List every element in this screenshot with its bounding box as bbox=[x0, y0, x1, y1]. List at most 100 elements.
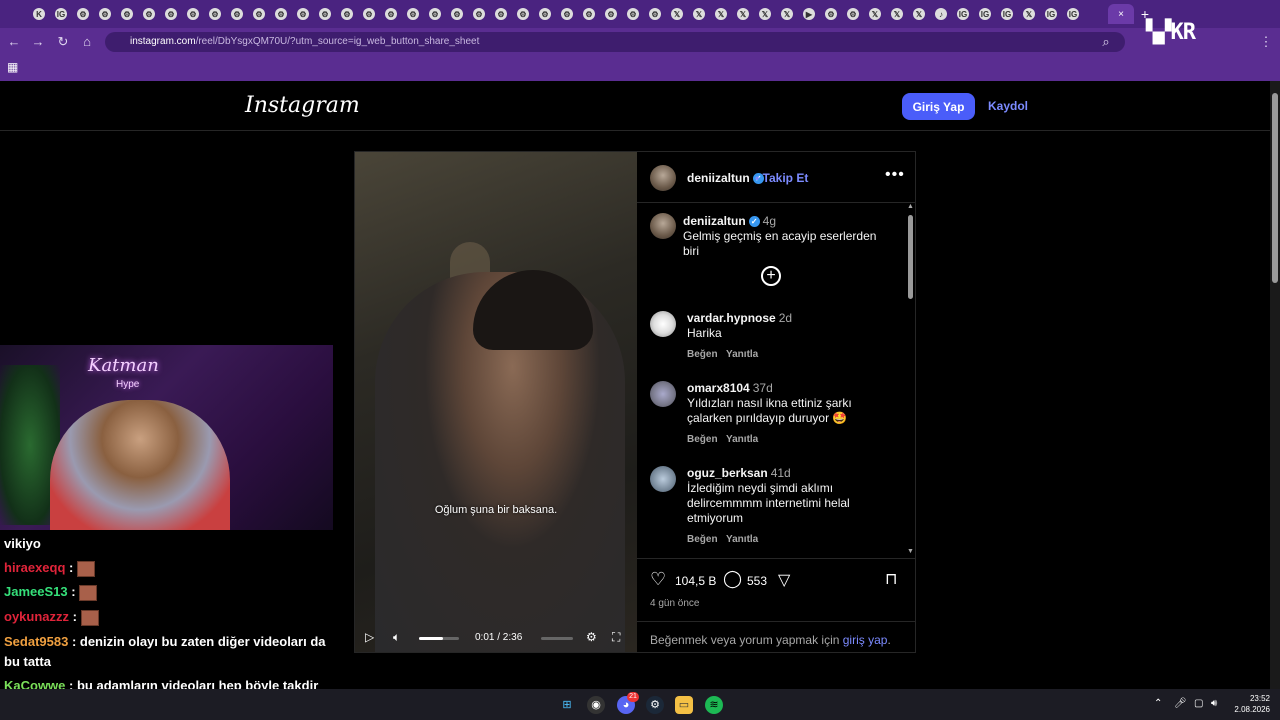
spotify-icon[interactable]: ≋ bbox=[705, 696, 723, 714]
browser-tab[interactable]: K bbox=[28, 4, 50, 24]
browser-tab[interactable]: ⚙ bbox=[204, 4, 226, 24]
play-icon[interactable]: ▷ bbox=[365, 630, 374, 644]
browser-tab[interactable]: ⚙ bbox=[490, 4, 512, 24]
like-comment-button[interactable]: Beğen bbox=[687, 434, 718, 445]
windows-start-icon[interactable]: ⊞ bbox=[558, 696, 576, 714]
file-explorer-icon[interactable]: ▭ bbox=[675, 696, 693, 714]
comment-icon[interactable]: ◯ bbox=[723, 569, 742, 589]
instagram-logo[interactable]: Instagram bbox=[245, 93, 360, 118]
page-scrollbar[interactable] bbox=[1270, 81, 1280, 689]
browser-tab[interactable]: ⚙ bbox=[226, 4, 248, 24]
url-text[interactable]: instagram.com/reel/DbYsgxQM70U/?utm_sour… bbox=[130, 36, 479, 47]
comments-scrollbar[interactable]: ▲ ▼ bbox=[907, 203, 915, 555]
browser-tab[interactable]: ⚙ bbox=[160, 4, 182, 24]
like-comment-button[interactable]: Beğen bbox=[687, 349, 718, 360]
browser-tab[interactable]: ⚙ bbox=[468, 4, 490, 24]
browser-tab[interactable]: 𝕏 bbox=[1018, 4, 1040, 24]
caption-avatar[interactable] bbox=[650, 213, 676, 239]
chrome-icon[interactable]: ◉ bbox=[587, 696, 605, 714]
menu-dots-icon[interactable]: ⋮ bbox=[1258, 34, 1274, 50]
browser-tab[interactable]: ⚙ bbox=[402, 4, 424, 24]
browser-tab[interactable]: ⚙ bbox=[600, 4, 622, 24]
browser-tab[interactable]: ⚙ bbox=[292, 4, 314, 24]
settings-icon[interactable]: ⚙ bbox=[586, 630, 597, 644]
comment-avatar[interactable] bbox=[650, 381, 676, 407]
comment-avatar[interactable] bbox=[650, 311, 676, 337]
browser-tab[interactable]: IG bbox=[974, 4, 996, 24]
follow-link[interactable]: • Takip Et bbox=[755, 171, 808, 185]
share-icon[interactable]: ▽ bbox=[778, 570, 790, 590]
video-progress-bar[interactable] bbox=[541, 637, 573, 640]
browser-tab[interactable]: ⚙ bbox=[358, 4, 380, 24]
browser-tab[interactable]: IG bbox=[996, 4, 1018, 24]
browser-tab[interactable]: ⚙ bbox=[842, 4, 864, 24]
browser-tab[interactable]: ⚙ bbox=[578, 4, 600, 24]
reload-icon[interactable]: ↻ bbox=[55, 34, 71, 50]
load-more-icon[interactable]: + bbox=[761, 266, 781, 286]
comment-username[interactable]: oguz_berksan 41d bbox=[687, 466, 791, 480]
bookmark-icon[interactable]: ⊓ bbox=[885, 569, 897, 589]
reply-comment-button[interactable]: Yanıtla bbox=[726, 349, 758, 360]
zoom-icon[interactable]: ⌕ bbox=[1098, 34, 1114, 50]
browser-tab[interactable]: ⚙ bbox=[380, 4, 402, 24]
more-options-icon[interactable]: ••• bbox=[885, 166, 905, 184]
steam-icon[interactable]: ⚙ bbox=[646, 696, 664, 714]
apps-grid-icon[interactable]: ▦ bbox=[7, 61, 19, 73]
signup-link[interactable]: Kaydol bbox=[988, 99, 1028, 113]
browser-tab[interactable]: ⚙ bbox=[512, 4, 534, 24]
scroll-up-icon[interactable]: ▲ bbox=[907, 203, 914, 210]
browser-tab[interactable]: ⚙ bbox=[94, 4, 116, 24]
browser-tab[interactable]: IG bbox=[50, 4, 72, 24]
heart-icon[interactable]: ♡ bbox=[650, 569, 666, 590]
browser-tab[interactable]: ⚙ bbox=[534, 4, 556, 24]
browser-tab[interactable]: 𝕏 bbox=[754, 4, 776, 24]
browser-tab[interactable]: ⚙ bbox=[270, 4, 292, 24]
browser-tab[interactable]: 𝕏 bbox=[666, 4, 688, 24]
browser-tab[interactable]: 𝕏 bbox=[864, 4, 886, 24]
browser-tab[interactable]: ⚙ bbox=[556, 4, 578, 24]
browser-tab[interactable]: 𝕏 bbox=[688, 4, 710, 24]
tray-chevron-icon[interactable]: ⌃ bbox=[1154, 698, 1162, 709]
like-comment-button[interactable]: Beğen bbox=[687, 534, 718, 545]
browser-tab[interactable]: 𝕏 bbox=[886, 4, 908, 24]
browser-tab[interactable]: ⚙ bbox=[314, 4, 336, 24]
comment-username[interactable]: vardar.hypnose 2d bbox=[687, 311, 792, 325]
reply-comment-button[interactable]: Yanıtla bbox=[726, 434, 758, 445]
network-icon[interactable]: ▢ bbox=[1194, 698, 1203, 709]
system-clock[interactable]: 23:52 2.08.2026 bbox=[1232, 693, 1270, 715]
volume-icon[interactable]: 🔈︎ bbox=[393, 630, 400, 645]
reel-video[interactable]: Oğlum şuna bir baksana. ▷ 🔈︎ 0:01 / 2:36… bbox=[355, 152, 637, 652]
browser-tab[interactable]: ⚙ bbox=[820, 4, 842, 24]
browser-tab[interactable]: ⚙ bbox=[72, 4, 94, 24]
comment-username[interactable]: omarx8104 37d bbox=[687, 381, 773, 395]
browser-tab[interactable]: IG bbox=[1040, 4, 1062, 24]
author-username[interactable]: deniizaltun ✓ bbox=[687, 171, 764, 185]
back-icon[interactable]: ← bbox=[6, 34, 22, 50]
reply-comment-button[interactable]: Yanıtla bbox=[726, 534, 758, 545]
caption-username[interactable]: deniizaltun ✓ 4g bbox=[683, 214, 776, 228]
browser-tab[interactable]: ⚙ bbox=[446, 4, 468, 24]
browser-tab[interactable]: 𝕏 bbox=[732, 4, 754, 24]
browser-tab[interactable]: ⚙ bbox=[248, 4, 270, 24]
browser-tab[interactable]: ⚙ bbox=[424, 4, 446, 24]
browser-tab[interactable]: ⚙ bbox=[138, 4, 160, 24]
forward-icon[interactable]: → bbox=[30, 34, 46, 50]
mic-icon[interactable]: 🎤︎ bbox=[1174, 698, 1187, 709]
browser-tab[interactable]: ⚙ bbox=[116, 4, 138, 24]
browser-tab[interactable]: 𝕏 bbox=[908, 4, 930, 24]
comment-avatar[interactable] bbox=[650, 466, 676, 492]
scroll-down-icon[interactable]: ▼ bbox=[907, 548, 914, 555]
author-avatar[interactable] bbox=[650, 165, 676, 191]
browser-tab[interactable]: ⚙ bbox=[644, 4, 666, 24]
speaker-icon[interactable]: 🔊︎ bbox=[1211, 698, 1217, 709]
browser-tab[interactable]: ♪ bbox=[930, 4, 952, 24]
browser-tab[interactable]: ⚙ bbox=[622, 4, 644, 24]
fullscreen-icon[interactable]: ⛶ bbox=[612, 630, 620, 645]
browser-tab[interactable]: 𝕏 bbox=[710, 4, 732, 24]
browser-tab[interactable]: ⚙ bbox=[336, 4, 358, 24]
browser-tab[interactable]: ⚙ bbox=[182, 4, 204, 24]
login-button[interactable]: Giriş Yap bbox=[902, 93, 975, 120]
close-tab-icon[interactable]: × bbox=[1108, 4, 1134, 24]
browser-tab[interactable]: IG bbox=[1062, 4, 1084, 24]
browser-tab[interactable]: ▶ bbox=[798, 4, 820, 24]
